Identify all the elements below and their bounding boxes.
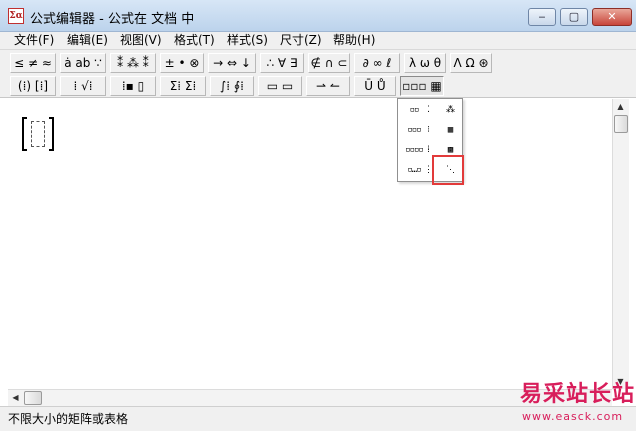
- operators-palette-icon[interactable]: ± • ⊗: [160, 53, 204, 73]
- arrows-palette-icon[interactable]: → ⇔ ↓: [208, 53, 256, 73]
- menu-view[interactable]: 视图(V): [120, 33, 162, 48]
- set-theory-palette-icon[interactable]: ∉ ∩ ⊂: [308, 53, 350, 73]
- menu-edit[interactable]: 编辑(E): [67, 33, 108, 48]
- status-text: 不限大小的矩阵或表格: [8, 412, 129, 426]
- greek-lower-palette-icon[interactable]: λ ω θ: [404, 53, 446, 73]
- underbar-overbar-templates-icon[interactable]: ▭ ▭: [258, 76, 302, 96]
- spaces-ellipses-palette-icon[interactable]: ȧ ab ∵: [60, 53, 106, 73]
- fraction-radical-templates-icon[interactable]: ⁞ √⁞: [60, 76, 106, 96]
- window-title: 公式编辑器 - 公式在 文档 中: [30, 12, 195, 27]
- left-bracket: [22, 117, 27, 151]
- matrix-3x3-icon[interactable]: ▦: [436, 121, 464, 139]
- integral-templates-icon[interactable]: ∫⁞ ∮⁞: [210, 76, 254, 96]
- fences-templates-icon[interactable]: (⁞) [⁞]: [10, 76, 56, 96]
- right-bracket: [49, 117, 54, 151]
- menu-style[interactable]: 样式(S): [227, 33, 268, 48]
- subscript-templates-icon[interactable]: ⁞▪ ▯: [110, 76, 156, 96]
- matrix-2x2-icon[interactable]: ⁂: [436, 101, 464, 119]
- watermark-url: www.easck.com: [522, 410, 624, 423]
- greek-upper-palette-icon[interactable]: Λ Ω ⊛: [450, 53, 492, 73]
- menu-file[interactable]: 文件(F): [14, 33, 54, 48]
- embellishments-palette-icon[interactable]: ⁑ ⁂ ⁑: [110, 53, 156, 73]
- formula-app-icon: Σα: [8, 8, 24, 24]
- horizontal-scroll-thumb[interactable]: [24, 391, 42, 405]
- menu-format[interactable]: 格式(T): [174, 33, 215, 48]
- scroll-left-icon[interactable]: ◀: [8, 390, 23, 405]
- symbol-toolbar: ≤ ≠ ≈ ȧ ab ∵ ⁑ ⁂ ⁑ ± • ⊗ → ⇔ ↓ ∴ ∀ ∃ ∉ ∩…: [0, 50, 636, 98]
- menu-size[interactable]: 尺寸(Z): [280, 33, 322, 48]
- title-bar: Σα 公式编辑器 - 公式在 文档 中 ‒ ▢ ✕: [0, 0, 636, 32]
- matrix-templates-icon[interactable]: ▫▫▫ ▦: [400, 76, 444, 96]
- watermark-logo-text: 易采站长站: [520, 381, 636, 407]
- products-templates-icon[interactable]: Ū Ů: [354, 76, 396, 96]
- empty-slot[interactable]: [31, 121, 45, 147]
- vertical-scrollbar[interactable]: ▲ ▼: [612, 99, 629, 389]
- formula-editing-area[interactable]: [8, 99, 612, 389]
- matrix-slot-icon[interactable]: [22, 117, 54, 153]
- labeled-arrow-templates-icon[interactable]: ⇀ ↼: [306, 76, 350, 96]
- maximize-button[interactable]: ▢: [560, 8, 588, 26]
- scroll-up-icon[interactable]: ▲: [613, 99, 628, 114]
- relations-palette-icon[interactable]: ≤ ≠ ≈: [10, 53, 56, 73]
- logic-palette-icon[interactable]: ∴ ∀ ∃: [260, 53, 304, 73]
- misc-symbols-palette-icon[interactable]: ∂ ∞ ℓ: [354, 53, 400, 73]
- summation-templates-icon[interactable]: Σ⁞ Σ⁞: [160, 76, 206, 96]
- highlight-box: [432, 155, 464, 185]
- minimize-button[interactable]: ‒: [528, 8, 556, 26]
- vertical-scroll-thumb[interactable]: [614, 115, 628, 133]
- menu-bar: 文件(F) 编辑(E) 视图(V) 格式(T) 样式(S) 尺寸(Z) 帮助(H…: [0, 32, 636, 50]
- menu-help[interactable]: 帮助(H): [333, 33, 375, 48]
- close-button[interactable]: ✕: [592, 8, 632, 26]
